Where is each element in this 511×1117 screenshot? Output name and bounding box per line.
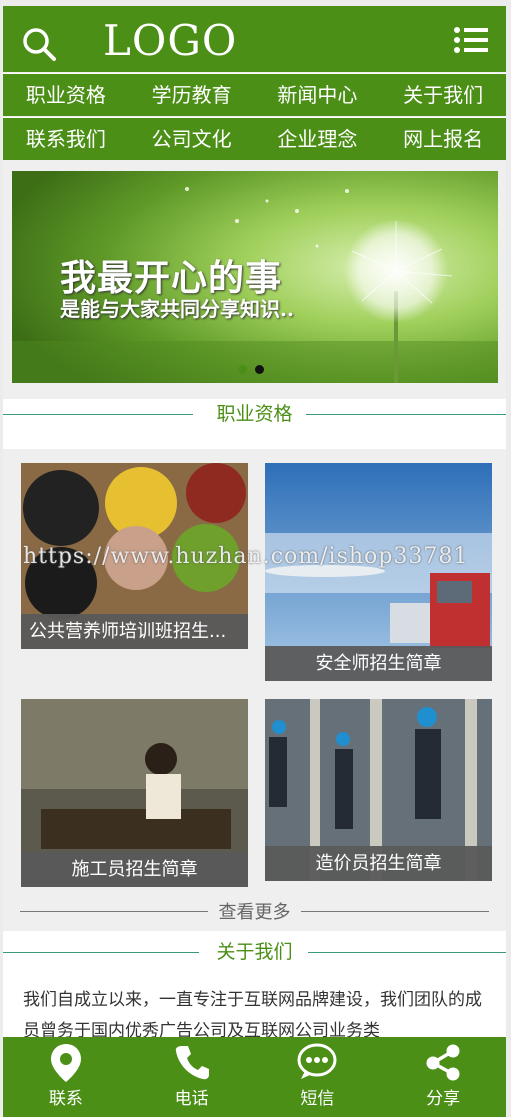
card-caption: 施工员招生简章	[21, 852, 248, 887]
card-caption: 公共营养师培训班招生...	[21, 614, 248, 649]
footer-item-share[interactable]: 分享	[380, 1037, 506, 1117]
view-more-link[interactable]: 查看更多	[3, 898, 506, 924]
share-icon	[426, 1044, 460, 1081]
card-caption: 安全师招生简章	[265, 646, 492, 681]
logo[interactable]: LOGO	[103, 16, 237, 65]
footer-item-contact[interactable]: 联系	[3, 1037, 129, 1117]
section-title-text[interactable]: 关于我们	[3, 937, 506, 964]
section-title-qualifications: 职业资格	[3, 399, 506, 449]
footer-item-phone[interactable]: 电话	[129, 1037, 255, 1117]
message-icon	[297, 1043, 337, 1079]
view-more: 查看更多	[3, 898, 506, 924]
slider-dot-1[interactable]	[238, 365, 247, 374]
footer-label: 短信	[300, 1089, 335, 1109]
about-text: 我们自成立以来，一直专注于互联网品牌建设，我们团队的成员曾务于国内优秀广告公司及…	[23, 990, 482, 1041]
page: LOGO 职业资格 学历教育 新闻中心 关于我们 联系我们 公司文化 企业理念 …	[3, 6, 506, 1117]
footer-bar: 联系 电话 短信 分享	[3, 1037, 506, 1117]
footer-label: 联系	[48, 1089, 83, 1109]
nav-item-zhiye[interactable]: 职业资格	[3, 74, 129, 116]
section-title-about: 关于我们	[3, 931, 506, 971]
nav-item-xueli[interactable]: 学历教育	[129, 74, 255, 116]
menu-list-icon[interactable]	[453, 26, 489, 56]
footer-label: 电话	[174, 1089, 209, 1109]
nav-item-signup[interactable]: 网上报名	[380, 118, 506, 160]
search-icon[interactable]	[21, 26, 57, 62]
nav-item-news[interactable]: 新闻中心	[255, 74, 381, 116]
card-nutritionist[interactable]: 公共营养师培训班招生...	[21, 463, 248, 649]
banner-subline: 是能与大家共同分享知识..	[60, 297, 294, 321]
nav-row-2: 联系我们 公司文化 企业理念 网上报名	[3, 117, 506, 160]
nav-item-contact[interactable]: 联系我们	[3, 118, 129, 160]
card-construction[interactable]: 施工员招生简章	[21, 699, 248, 887]
nav-item-culture[interactable]: 公司文化	[129, 118, 255, 160]
nav-item-about[interactable]: 关于我们	[380, 74, 506, 116]
nav-row-1: 职业资格 学历教育 新闻中心 关于我们	[3, 73, 506, 116]
section-title-text[interactable]: 职业资格	[3, 399, 506, 426]
footer-label: 分享	[426, 1089, 461, 1109]
banner-slider[interactable]: 我最开心的事 是能与大家共同分享知识..	[12, 171, 498, 383]
header: LOGO	[3, 6, 506, 72]
nav-item-philosophy[interactable]: 企业理念	[255, 118, 381, 160]
location-pin-icon	[50, 1044, 81, 1082]
card-cost[interactable]: 造价员招生简章	[265, 699, 492, 881]
slider-dot-2[interactable]	[255, 365, 264, 374]
card-caption: 造价员招生简章	[265, 846, 492, 881]
footer-item-sms[interactable]: 短信	[255, 1037, 381, 1117]
phone-icon	[175, 1046, 209, 1080]
card-safety[interactable]: 安全师招生简章	[265, 463, 492, 681]
